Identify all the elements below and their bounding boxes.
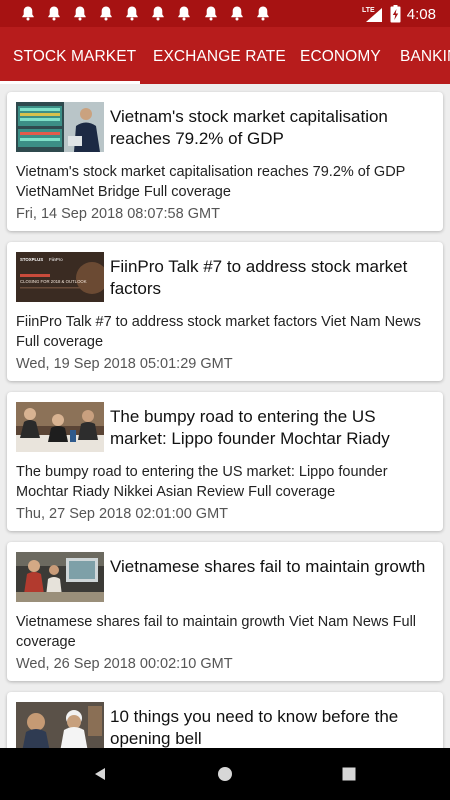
bell-icon [126,6,138,21]
article-source[interactable]: VietNamNet Bridge [16,184,140,200]
tab-banking[interactable]: BANKIN [400,27,450,84]
battery-charging-icon [390,5,401,23]
article-date: Thu, 27 Sep 2018 02:01:00 GMT [16,506,228,522]
lte-signal-icon: LTE [362,7,382,22]
bell-icon [48,6,60,21]
bell-icon [178,6,190,21]
article-summary: Vietnamese shares fail to maintain growt… [16,613,436,652]
network-type-label: LTE [362,7,375,14]
news-feed[interactable]: Vietnam's stock market capitalisation re… [0,84,450,748]
thumbnail-caption: CLOSING FOR 2018 & OUTLOOK [20,279,87,284]
bell-icon [74,6,86,21]
article-summary: FiinPro Talk #7 to address stock market … [16,313,436,352]
article-source[interactable]: Nikkei Asian Review [114,484,245,500]
article-headline[interactable]: FiinPro Talk #7 to address stock market … [110,256,435,300]
back-button[interactable] [70,748,130,800]
home-button[interactable] [195,748,255,800]
recents-icon [342,767,356,781]
full-coverage-link[interactable]: Full coverage [144,184,231,200]
bell-icon [231,6,243,21]
article-source[interactable]: Viet Nam News [289,614,389,630]
article-summary: The bumpy road to entering the US market… [16,463,436,502]
article-headline[interactable]: The bumpy road to entering the US market… [110,406,435,450]
summary-text: Vietnamese shares fail to maintain growt… [16,614,285,630]
article-thumbnail[interactable] [16,402,104,452]
article-headline[interactable]: 10 things you need to know before the op… [110,706,435,748]
news-card[interactable]: 10 things you need to know before the op… [7,692,443,748]
status-bar: LTE 4:08 [0,0,450,27]
article-thumbnail[interactable] [16,102,104,152]
summary-text: Vietnam's stock market capitalisation re… [16,164,406,180]
bell-icon [22,6,34,21]
bell-icon [152,6,164,21]
tab-stock-market[interactable]: STOCK MARKET [13,27,136,84]
home-icon [218,767,232,781]
news-card[interactable]: Vietnamese shares fail to maintain growt… [7,542,443,681]
article-thumbnail[interactable]: STOXPLUS FiinPro CLOSING FOR 2018 & OUTL… [16,252,104,302]
thumbnail-brand-stoxplus: STOXPLUS [20,257,43,262]
back-icon [95,768,105,780]
clock-time: 4:08 [406,5,436,23]
tab-economy[interactable]: ECONOMY [300,27,381,84]
article-date: Wed, 19 Sep 2018 05:01:29 GMT [16,356,233,372]
article-date: Fri, 14 Sep 2018 08:07:58 GMT [16,206,220,222]
bell-icon [257,6,269,21]
bell-icon [205,6,217,21]
news-card[interactable]: The bumpy road to entering the US market… [7,392,443,531]
full-coverage-link[interactable]: Full coverage [248,484,335,500]
article-summary: Vietnam's stock market capitalisation re… [16,163,436,202]
recents-button[interactable] [319,748,379,800]
article-thumbnail[interactable] [16,702,104,748]
status-indicators: LTE 4:08 [362,4,436,24]
category-tab-bar: STOCK MARKET EXCHANGE RATE ECONOMY BANKI… [0,27,450,84]
article-headline[interactable]: Vietnam's stock market capitalisation re… [110,106,435,150]
full-coverage-link[interactable]: Full coverage [16,334,103,350]
tab-exchange-rate[interactable]: EXCHANGE RATE [153,27,286,84]
article-date: Wed, 26 Sep 2018 00:02:10 GMT [16,656,233,672]
article-thumbnail[interactable] [16,552,104,602]
article-headline[interactable]: Vietnamese shares fail to maintain growt… [110,556,435,578]
system-navigation-bar [0,748,450,800]
bell-icon [100,6,112,21]
article-source[interactable]: Viet Nam News [321,314,421,330]
news-card[interactable]: Vietnam's stock market capitalisation re… [7,92,443,231]
summary-text: FiinPro Talk #7 to address stock market … [16,314,318,330]
news-card[interactable]: STOXPLUS FiinPro CLOSING FOR 2018 & OUTL… [7,242,443,381]
thumbnail-brand-fiinpro: FiinPro [49,257,63,262]
